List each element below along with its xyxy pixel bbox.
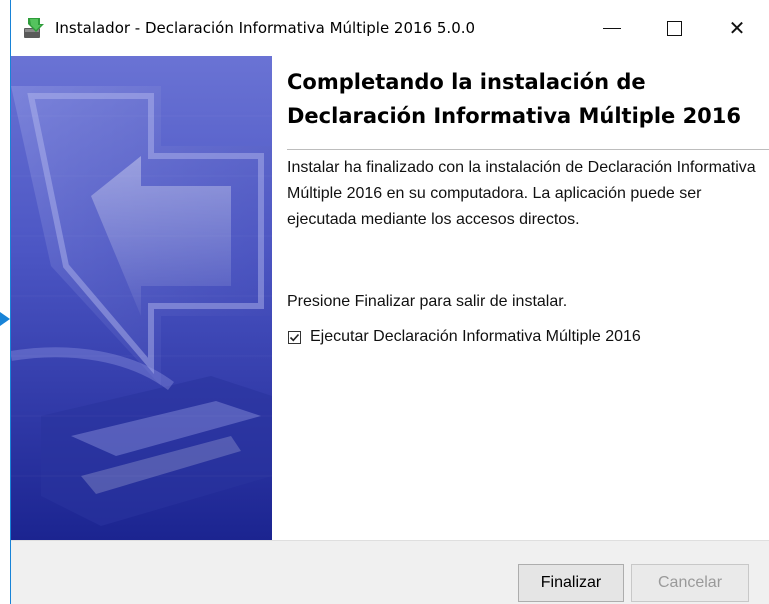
page-title: Completando la instalación de Declaració… xyxy=(287,70,742,128)
window-edge-indicator xyxy=(0,312,10,326)
title-bar[interactable]: Instalador - Declaración Informativa Múl… xyxy=(11,0,769,56)
completion-message: Instalar ha finalizado con la instalació… xyxy=(287,159,756,228)
wizard-content: Completando la instalación de Declaració… xyxy=(272,56,769,540)
run-app-checkbox[interactable] xyxy=(288,330,301,344)
installer-icon xyxy=(22,16,46,40)
maximize-icon xyxy=(666,20,682,36)
cancel-button: Cancelar xyxy=(631,564,749,602)
run-app-checkbox-row[interactable]: Ejecutar Declaración Informativa Múltipl… xyxy=(288,328,641,346)
finish-instruction: Presione Finalizar para salir de instala… xyxy=(287,293,568,310)
finish-button[interactable]: Finalizar xyxy=(518,564,624,602)
close-icon: ✕ xyxy=(728,16,746,40)
installer-window: Instalador - Declaración Informativa Múl… xyxy=(10,0,769,604)
minimize-icon xyxy=(603,27,621,29)
window-title: Instalador - Declaración Informativa Múl… xyxy=(55,19,476,37)
button-bar: Finalizar Cancelar xyxy=(11,540,769,604)
minimize-button[interactable] xyxy=(586,0,638,56)
run-app-checkbox-label[interactable]: Ejecutar Declaración Informativa Múltipl… xyxy=(310,328,641,346)
close-button[interactable]: ✕ xyxy=(711,0,763,56)
wizard-side-image xyxy=(11,56,272,540)
checkmark-icon xyxy=(289,333,300,341)
maximize-button[interactable] xyxy=(648,0,700,56)
heading-divider xyxy=(287,149,769,150)
